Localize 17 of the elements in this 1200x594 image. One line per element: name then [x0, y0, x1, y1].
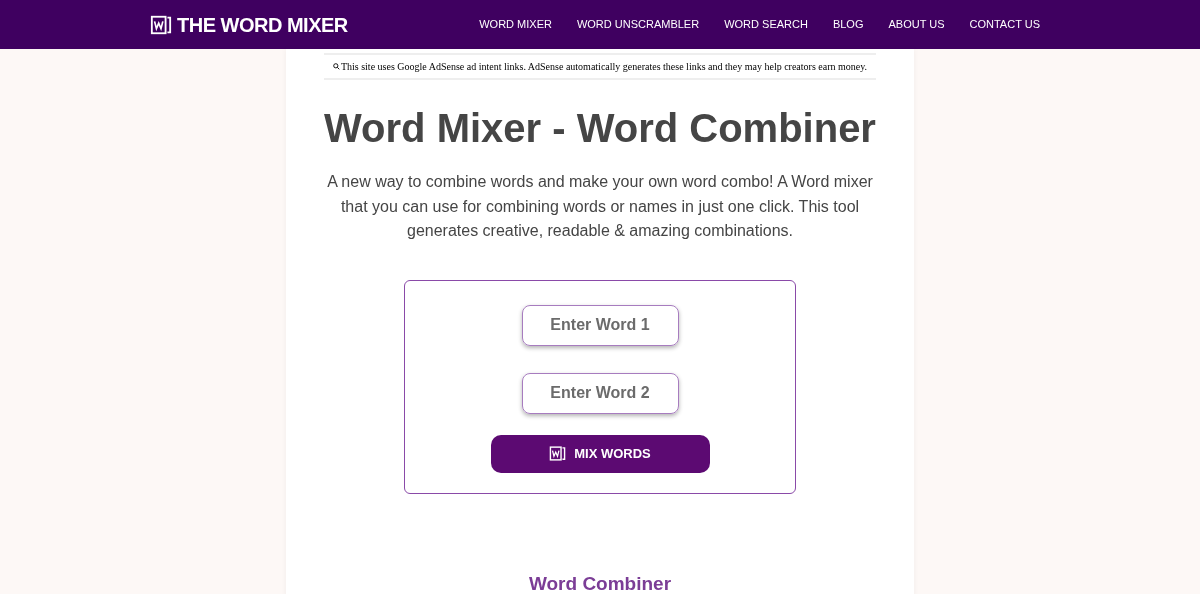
nav-link[interactable]: WORD UNSCRAMBLER: [576, 16, 700, 33]
word-input-field[interactable]: Enter Word 1: [521, 304, 679, 346]
nav-link[interactable]: BLOG: [832, 16, 864, 33]
nav-link[interactable]: CONTACT US: [969, 16, 1040, 33]
nav-link[interactable]: WORD MIXER: [479, 16, 552, 33]
intro-paragraph: A new way to combine words and make your own word combo! A Word mixer that you can use for combining words or names in just one click. This tool generates creative, readable & amazing combinations.: [326, 172, 874, 241]
mix-words-button[interactable]: MIX WORDS: [490, 434, 710, 473]
logo-icon: [150, 13, 172, 36]
ad-notice-text: This site uses Google AdSense ad intent links. AdSense automatically generates these links and they may help creators earn money.: [340, 60, 868, 74]
nav-link[interactable]: ABOUT US: [888, 16, 945, 33]
word-input-field[interactable]: Enter Word 2: [521, 372, 679, 414]
page-title: Word Mixer - Word Combiner: [324, 105, 876, 152]
nav-link[interactable]: WORD SEARCH: [724, 16, 808, 33]
logo-icon: [549, 445, 567, 462]
site-logo[interactable]: THE WORD MIXER: [150, 9, 348, 40]
section-heading: Word Combiner: [528, 571, 672, 594]
search-icon: [332, 63, 340, 70]
